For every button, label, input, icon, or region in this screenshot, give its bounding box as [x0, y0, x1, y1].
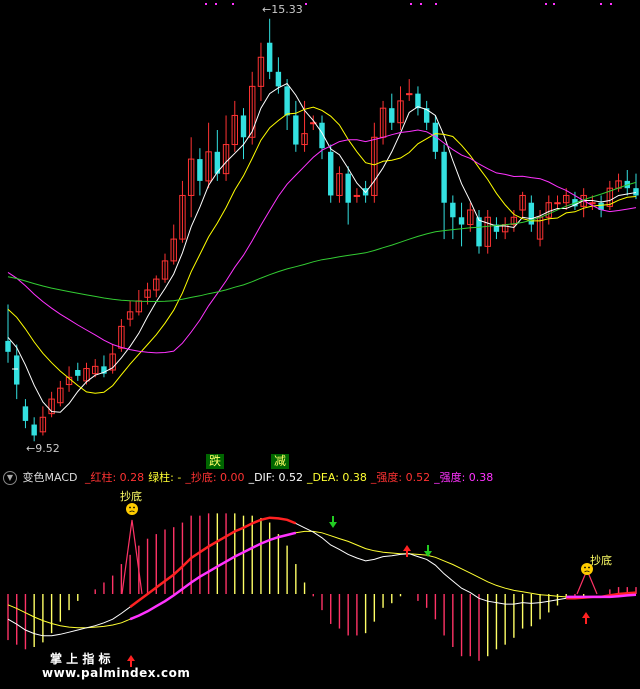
up-arrow-icon [403, 545, 411, 557]
candle-body [328, 151, 334, 196]
ma-line-ma5 [7, 82, 637, 413]
top-dot [545, 3, 547, 5]
candle-body [633, 188, 639, 196]
ma-line-ma60 [7, 181, 637, 303]
candle-body [240, 115, 247, 138]
candle-body [293, 115, 299, 145]
candle-body [476, 217, 482, 247]
watermark-title: 掌 上 指 标 [50, 652, 111, 666]
signal-jian-badge: 减 [271, 454, 289, 469]
top-dot [553, 3, 555, 5]
watermark-url: www.palmindex.com [42, 666, 191, 680]
candle-body [415, 93, 421, 109]
top-dot [420, 3, 422, 5]
face-eye [129, 506, 131, 509]
face-eye [133, 506, 135, 509]
chaodi-label-1: 抄底 [120, 490, 142, 503]
moving-average-lines [7, 82, 637, 413]
macd-legend-item: _红柱: 0.28 [84, 471, 145, 484]
candle-body [22, 406, 29, 421]
down-arrow-icon [329, 516, 337, 528]
up-arrow-icon [582, 612, 590, 624]
macd-legend-bar: ▼ 变色MACD _红柱: 0.28 绿柱: - _抄底: 0.00 _DIF: 0.… [0, 470, 640, 486]
macd-legend-item: _强度: 0.38 [434, 471, 494, 484]
candlestick-series [5, 18, 639, 442]
candle-body [353, 194, 361, 197]
macd-histogram-and-lines [7, 503, 637, 667]
macd-legend-item: _抄底: 0.00 [185, 471, 245, 484]
top-dot [205, 3, 207, 5]
macd-indicator-name[interactable]: 变色MACD [23, 471, 78, 484]
candle-body [450, 202, 456, 218]
candle-body [406, 93, 413, 96]
top-dot [232, 3, 234, 5]
candle-body [458, 217, 465, 225]
stock-chart [5, 3, 639, 667]
candle-body [31, 424, 37, 436]
top-dot [305, 3, 307, 5]
chevron-down-icon[interactable]: ▼ [3, 471, 17, 485]
top-dot [410, 3, 412, 5]
candle-body [554, 202, 561, 205]
candle-body [275, 71, 282, 87]
macd-legend-item: _DIF: 0.52 [248, 471, 303, 484]
candle-body [389, 108, 395, 123]
ma-line-ma20 [7, 129, 637, 354]
top-dot [435, 3, 437, 5]
candle-body [5, 340, 11, 352]
chaodi-label-2: 抄底 [590, 554, 612, 567]
candle-body [197, 159, 203, 181]
strength-line-magenta [129, 531, 297, 621]
dif-line [7, 517, 637, 637]
candle-body [345, 173, 351, 203]
macd-legend-item: _DEA: 0.38 [306, 471, 367, 484]
price-low-label: ←9.52 [26, 442, 60, 455]
candle-body [75, 370, 81, 376]
macd-legend-items: _红柱: 0.28 绿柱: - _抄底: 0.00 _DIF: 0.52 _DEA: 0… [81, 471, 493, 484]
price-high-label: ←15.33 [262, 3, 303, 16]
strength-line-magenta-tail [566, 593, 637, 599]
macd-legend-item: _强度: 0.52 [370, 471, 431, 484]
candle-body [441, 151, 447, 203]
face-eye [584, 566, 586, 569]
candle-body [432, 122, 439, 152]
candle-body [589, 202, 596, 205]
strength-line-red [129, 516, 297, 609]
top-dot [600, 3, 602, 5]
signal-die-badge: 跌 [206, 454, 224, 469]
dea-line [7, 530, 637, 629]
top-dot [215, 3, 217, 5]
candle-body [266, 42, 273, 72]
candle-body [14, 355, 20, 385]
face-icon [126, 503, 138, 515]
candle-body [284, 86, 290, 116]
macd-legend-item: 绿柱: - [148, 471, 182, 484]
top-dot [610, 3, 612, 5]
